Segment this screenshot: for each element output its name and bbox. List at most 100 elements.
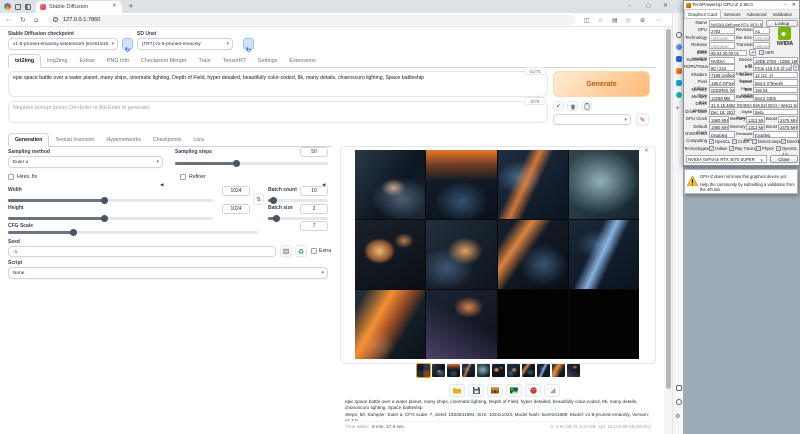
sampling-method-dropdown[interactable]: Euler a xyxy=(8,156,163,168)
favorites-star-icon[interactable]: ☆ xyxy=(598,17,603,24)
gpuz-tab-sensors[interactable]: Sensors xyxy=(721,10,744,18)
workspaces-icon[interactable] xyxy=(15,4,21,10)
gallery-thumbnail[interactable] xyxy=(537,364,550,377)
gpuz-close-icon[interactable]: ✕ xyxy=(792,2,796,8)
send-to-img2img-icon[interactable] xyxy=(506,384,522,397)
sidebar-shopping-icon[interactable] xyxy=(676,56,682,62)
sidebar-add-icon[interactable]: + xyxy=(675,106,680,112)
tab-img2img[interactable]: img2img xyxy=(41,55,73,67)
gallery-tile[interactable] xyxy=(498,150,568,219)
back-icon[interactable]: ← xyxy=(6,16,12,24)
gallery-thumbnail[interactable] xyxy=(462,364,475,377)
site-info-icon[interactable]: i xyxy=(53,17,58,22)
browser-essentials-icon[interactable]: ⊕ xyxy=(640,17,645,24)
gallery-tile[interactable] xyxy=(355,150,425,219)
gallery-tile[interactable] xyxy=(498,220,568,289)
tab-train[interactable]: Train xyxy=(193,55,217,67)
browser-menu-icon[interactable]: ⋯ xyxy=(655,17,661,24)
paste-params-icon[interactable]: ↙ xyxy=(553,101,564,111)
gpuz-card-selector[interactable]: NVIDIA GeForce RTX 4070 SUPER xyxy=(686,155,767,163)
cfg-scale-slider[interactable] xyxy=(8,231,258,234)
clear-prompt-icon[interactable] xyxy=(567,101,578,111)
seed-extra-checkbox[interactable] xyxy=(311,248,317,254)
gpuz-lookup-button[interactable]: Lookup xyxy=(766,20,798,28)
gallery-thumbnail[interactable] xyxy=(477,364,490,377)
sidebar-outlook-icon[interactable] xyxy=(676,80,682,86)
seed-input[interactable]: -1 xyxy=(8,246,276,257)
height-slider[interactable] xyxy=(8,217,213,220)
subtab-checkpoints[interactable]: Checkpoints xyxy=(147,134,188,146)
tab-settings[interactable]: Settings xyxy=(252,55,283,67)
gallery-thumbnail[interactable] xyxy=(432,364,445,377)
scrollbar-thumb[interactable] xyxy=(666,29,671,389)
prompt-input[interactable]: epic space battle over a water planet, m… xyxy=(8,71,548,97)
gallery-thumbnail[interactable] xyxy=(507,364,520,377)
cfg-scale-input[interactable]: 7 xyxy=(300,221,328,231)
gallery-tile[interactable] xyxy=(355,220,425,289)
new-tab-button[interactable]: + xyxy=(128,2,134,10)
gallery-tile[interactable] xyxy=(426,220,496,289)
subtab-generation[interactable]: Generation xyxy=(8,133,49,147)
gz-bios-export-icon[interactable]: ↗ xyxy=(749,49,756,56)
sidebar-copilot-icon[interactable] xyxy=(676,44,682,50)
height-input[interactable]: 1024 xyxy=(222,204,250,214)
gallery-tile[interactable] xyxy=(569,290,639,359)
generate-button[interactable]: Generate xyxy=(553,71,650,97)
sampling-steps-slider[interactable] xyxy=(175,162,328,165)
gallery-tile[interactable] xyxy=(569,150,639,219)
window-minimize-button[interactable]: – xyxy=(628,2,631,9)
gallery-close-icon[interactable]: ✕ xyxy=(644,148,649,154)
tab-txt2img[interactable]: txt2img xyxy=(8,54,41,68)
gpuz-tab-advanced[interactable]: Advanced xyxy=(744,10,770,18)
collections-icon[interactable]: ▤ xyxy=(612,17,618,24)
hires-expand-icon[interactable] xyxy=(160,173,163,191)
gallery-thumbnail[interactable] xyxy=(522,364,535,377)
apply-styles-icon[interactable] xyxy=(581,101,592,111)
negative-prompt-input[interactable]: Negative prompt (press Ctrl+Enter or Alt… xyxy=(8,101,548,123)
styles-dropdown[interactable] xyxy=(553,114,631,125)
refiner-checkbox[interactable] xyxy=(180,174,186,180)
batch-size-input[interactable]: 2 xyxy=(300,204,328,214)
batch-count-input[interactable]: 10 xyxy=(300,186,328,196)
tab-extensions[interactable]: Extensions xyxy=(283,55,321,67)
tab-checkpoint-merger[interactable]: Checkpoint Merger xyxy=(135,55,193,67)
reload-icon[interactable]: ↻ xyxy=(20,16,26,24)
gallery-tile[interactable] xyxy=(426,150,496,219)
gpuz-tab-validation[interactable]: Validation xyxy=(770,10,795,18)
sidebar-search-icon[interactable] xyxy=(676,32,682,38)
gallery-tile[interactable] xyxy=(569,220,639,289)
gallery-tile[interactable] xyxy=(498,290,568,359)
hires-fix-checkbox[interactable] xyxy=(8,174,14,180)
tab-extras[interactable]: Extras xyxy=(74,55,101,67)
save-zip-icon[interactable] xyxy=(487,384,503,397)
sd-unet-dropdown[interactable]: [TRT] v1-5-pruned-emaonly xyxy=(137,38,233,50)
gallery-thumbnail[interactable] xyxy=(552,364,565,377)
sampling-steps-input[interactable]: 50 xyxy=(300,147,328,157)
gallery-tile[interactable] xyxy=(426,290,496,359)
gz-uefi-checkbox[interactable] xyxy=(759,50,764,55)
width-input[interactable]: 1024 xyxy=(222,186,250,196)
gpuz-tab-graphics-card[interactable]: Graphics Card xyxy=(684,9,721,18)
home-icon[interactable]: ⌂ xyxy=(34,16,38,24)
gz-bus-help-button[interactable]: ? xyxy=(793,64,799,71)
subtab-lora[interactable]: Lora xyxy=(187,134,209,146)
sidebar-panel2-icon[interactable] xyxy=(676,399,682,405)
address-bar[interactable]: i 127.0.0.1:7860 xyxy=(48,15,576,25)
subtab-hypernetworks[interactable]: Hypernetworks xyxy=(100,134,147,146)
sidebar-m365-icon[interactable] xyxy=(676,68,682,74)
tab-close-icon[interactable]: ✕ xyxy=(112,3,117,9)
vertical-tabs-icon[interactable] xyxy=(25,4,31,10)
window-maximize-button[interactable]: ▢ xyxy=(646,3,651,9)
open-folder-icon[interactable] xyxy=(449,384,465,397)
send-to-inpaint-icon[interactable] xyxy=(525,384,541,397)
random-seed-dice-icon[interactable]: ⚄ xyxy=(280,245,292,257)
batch-count-slider[interactable] xyxy=(268,199,328,202)
sidebar-panel-icon[interactable] xyxy=(676,385,682,391)
sidebar-drop-icon[interactable] xyxy=(676,92,682,98)
gallery-thumbnail[interactable] xyxy=(567,364,580,377)
gallery-tile[interactable] xyxy=(355,290,425,359)
window-close-button[interactable]: ✕ xyxy=(663,2,668,9)
gpuz-minimize-icon[interactable]: – xyxy=(784,2,787,8)
profile-avatar[interactable] xyxy=(4,3,11,10)
edit-styles-icon[interactable]: ✎ xyxy=(636,113,649,126)
